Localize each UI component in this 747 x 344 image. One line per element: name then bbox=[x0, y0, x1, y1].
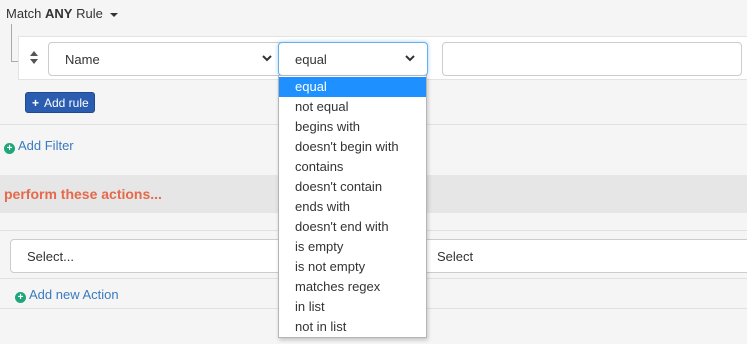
add-filter-link[interactable]: + Add Filter bbox=[4, 138, 74, 154]
operator-select[interactable]: equal bbox=[278, 42, 428, 76]
actions-title: perform these actions... bbox=[4, 186, 162, 202]
operator-option[interactable]: contains bbox=[279, 157, 426, 177]
operator-option[interactable]: is not empty bbox=[279, 257, 426, 277]
match-condition-bar: Match ANY Rule bbox=[0, 0, 747, 32]
field-select[interactable]: Name bbox=[48, 42, 285, 76]
operator-option[interactable]: doesn't end with bbox=[279, 217, 426, 237]
add-circle-icon: + bbox=[15, 292, 26, 303]
plus-icon: + bbox=[32, 96, 40, 110]
add-action-link[interactable]: + Add new Action bbox=[15, 287, 119, 303]
add-circle-icon: + bbox=[4, 143, 15, 154]
value-input[interactable] bbox=[442, 42, 742, 76]
operator-option[interactable]: not in list bbox=[279, 317, 426, 337]
operator-dropdown-menu: equal not equal begins with doesn't begi… bbox=[278, 75, 427, 338]
operator-option[interactable]: is empty bbox=[279, 237, 426, 257]
match-suffix: Rule bbox=[76, 6, 103, 21]
chevron-down-icon bbox=[405, 55, 415, 62]
add-rule-button[interactable]: + Add rule bbox=[25, 92, 95, 113]
match-mode: ANY bbox=[45, 6, 73, 21]
add-filter-label: Add Filter bbox=[18, 138, 74, 153]
operator-select-value: equal bbox=[295, 52, 327, 67]
caret-down-icon bbox=[110, 12, 119, 17]
field-select-value: Name bbox=[65, 52, 100, 67]
add-action-label: Add new Action bbox=[29, 287, 119, 302]
operator-option[interactable]: begins with bbox=[279, 117, 426, 137]
add-rule-label: Add rule bbox=[44, 96, 89, 110]
operator-option[interactable]: equal bbox=[279, 77, 426, 97]
operator-option[interactable]: not equal bbox=[279, 97, 426, 117]
action-type-placeholder: Select... bbox=[27, 249, 74, 264]
action-target-select[interactable]: Select bbox=[420, 239, 747, 273]
match-prefix: Match bbox=[6, 6, 42, 21]
chevron-down-icon bbox=[262, 55, 272, 62]
rule-row: Name equal bbox=[18, 36, 747, 80]
match-mode-dropdown[interactable]: Match ANY Rule bbox=[6, 6, 119, 21]
operator-option[interactable]: doesn't begin with bbox=[279, 137, 426, 157]
operator-option[interactable]: ends with bbox=[279, 197, 426, 217]
operator-option[interactable]: in list bbox=[279, 297, 426, 317]
action-target-placeholder: Select bbox=[437, 249, 474, 264]
operator-option[interactable]: doesn't contain bbox=[279, 177, 426, 197]
operator-option[interactable]: matches regex bbox=[279, 277, 426, 297]
sort-handle-icon[interactable] bbox=[30, 51, 38, 67]
